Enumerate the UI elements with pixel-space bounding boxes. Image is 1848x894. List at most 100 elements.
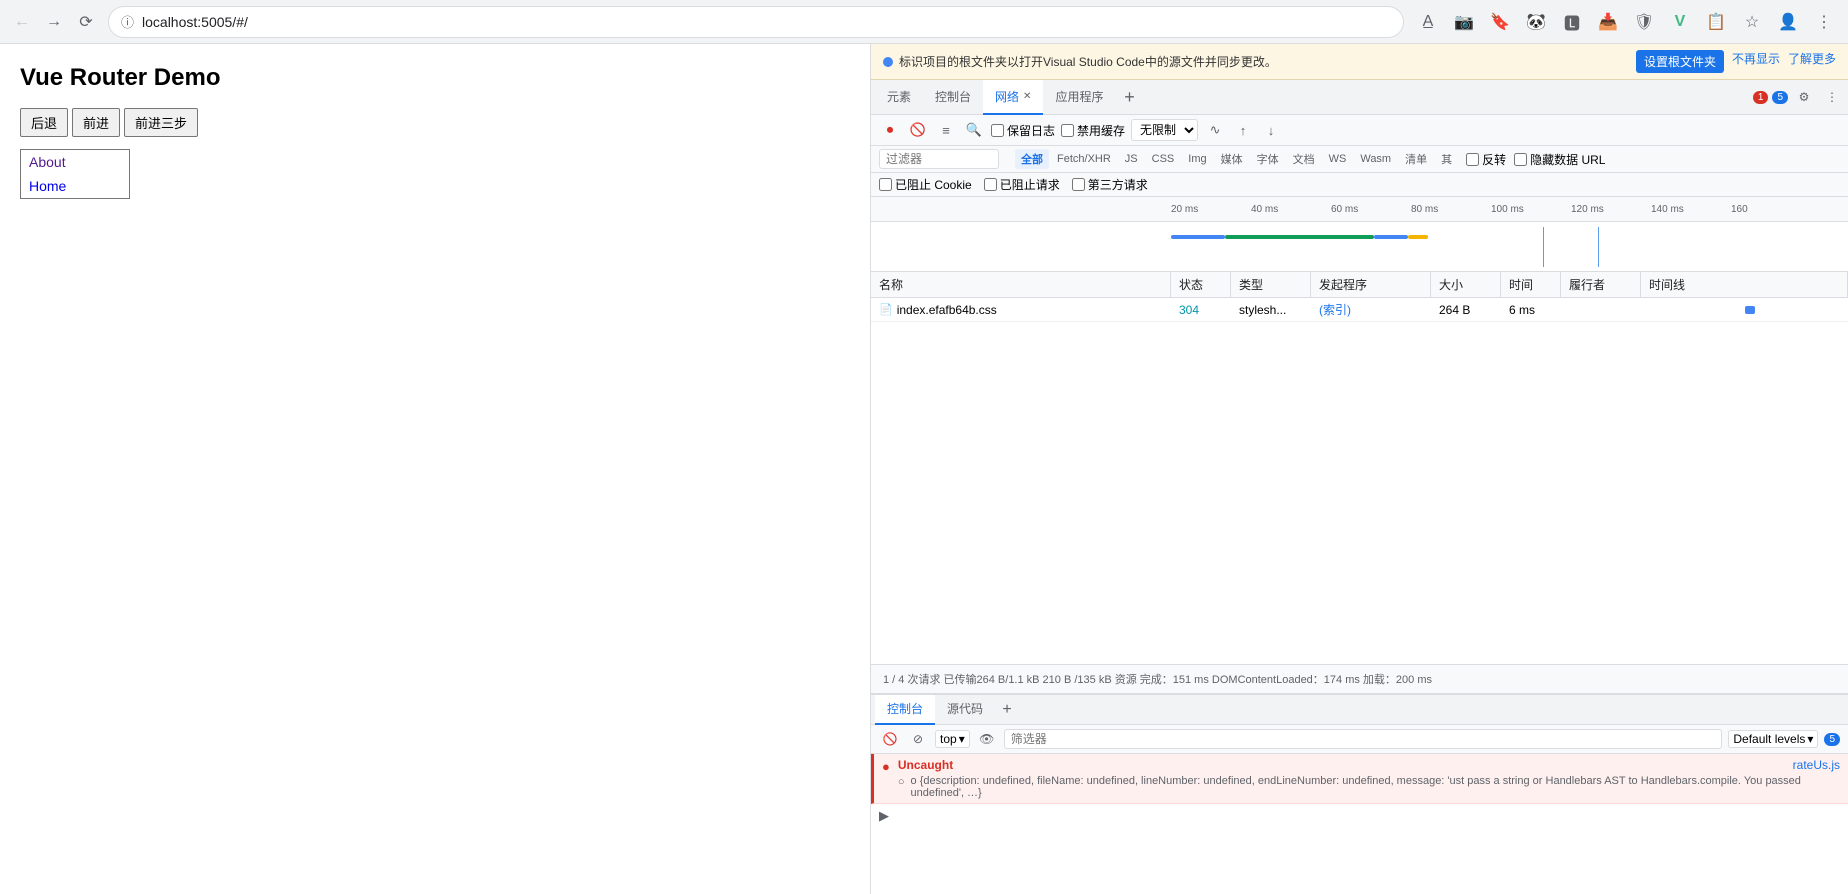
row-timeline [1641,300,1848,320]
address-bar[interactable]: ⓘ localhost:5005/#/ [108,6,1404,38]
add-console-tab-button[interactable]: + [995,698,1019,722]
vue-icon[interactable]: V [1664,6,1696,38]
disable-cache-label[interactable]: 禁用缓存 [1061,122,1125,139]
header-size[interactable]: 大小 [1431,272,1501,297]
default-levels-select[interactable]: Default levels ▾ [1728,730,1818,748]
file-icon: 📄 [879,303,893,316]
table-row[interactable]: 📄 index.efafb64b.css 304 stylesh... (索引)… [871,298,1848,322]
search-button[interactable]: 🔍 [963,119,985,141]
clear-button[interactable]: 🚫 [907,119,929,141]
forward3-page-button[interactable]: 前进三步 [124,108,198,137]
filter-font-button[interactable]: 字体 [1251,149,1285,169]
learn-more-link[interactable]: 了解更多 [1788,50,1836,73]
blocked-requests-label[interactable]: 已阻止请求 [984,176,1060,193]
devtools-ext-icon[interactable]: 📋 [1700,6,1732,38]
filter-input[interactable] [879,149,999,169]
filter-all-button[interactable]: 全部 [1015,149,1049,169]
console-tab-sources[interactable]: 源代码 [935,695,995,725]
back-page-button[interactable]: 后退 [20,108,68,137]
filter-ws-button[interactable]: WS [1323,151,1353,167]
more-options-icon[interactable]: ⋮ [1820,85,1844,109]
header-name[interactable]: 名称 [871,272,1171,297]
translate-icon[interactable]: A̲ [1412,6,1444,38]
top-context-select[interactable]: top ▾ [935,730,970,748]
filter-css-button[interactable]: CSS [1146,151,1181,167]
filter-doc-button[interactable]: 文档 [1287,149,1321,169]
menu-icon[interactable]: ⋮ [1808,6,1840,38]
bookmark-icon[interactable]: 🔖 [1484,6,1516,38]
row-name: 📄 index.efafb64b.css [871,300,1171,320]
console-expand-arrow[interactable]: ▶ [871,804,1848,828]
filter-button[interactable]: ≡ [935,119,957,141]
setup-root-button[interactable]: 设置根文件夹 [1636,50,1724,73]
screenshot-icon[interactable]: 📷 [1448,6,1480,38]
console-eye-button[interactable]: 👁 [976,728,998,750]
filter-other-button[interactable]: 其 [1435,149,1458,169]
timeline-header: 20 ms 40 ms 60 ms 80 ms 100 ms 120 ms 14… [871,197,1848,222]
tab-application[interactable]: 应用程序 [1043,80,1115,115]
blocked-cookie-label[interactable]: 已阻止 Cookie [879,176,972,193]
star-icon[interactable]: ☆ [1736,6,1768,38]
header-actor[interactable]: 履行者 [1561,272,1641,297]
throttle-select[interactable]: 无限制 [1131,119,1198,141]
console-filter-input[interactable] [1004,729,1723,749]
add-tab-button[interactable]: + [1115,83,1143,111]
tab-console[interactable]: 控制台 [923,80,983,115]
preserve-log-checkbox[interactable] [991,124,1004,137]
about-link[interactable]: About [21,150,129,174]
filter-media-button[interactable]: 媒体 [1215,149,1249,169]
disable-cache-checkbox[interactable] [1061,124,1074,137]
download-icon[interactable]: ↓ [1260,119,1282,141]
preserve-log-label[interactable]: 保留日志 [991,122,1055,139]
third-party-checkbox[interactable] [1072,178,1085,191]
console-stop-button[interactable]: ⊘ [907,728,929,750]
console-clear-button[interactable]: 🚫 [879,728,901,750]
devtools-panel: 标识项目的根文件夹以打开Visual Studio Code中的源文件并同步更改… [870,44,1848,894]
row-actor [1561,307,1641,313]
console-tab-console[interactable]: 控制台 [875,695,935,725]
filter-manifest-button[interactable]: 清单 [1399,149,1433,169]
extension-icon[interactable]: 🐼 [1520,6,1552,38]
hide-data-checkbox[interactable] [1514,153,1527,166]
dismiss-link[interactable]: 不再显示 [1732,50,1780,73]
extension2-icon[interactable]: 🅻 [1556,6,1588,38]
hide-data-label[interactable]: 隐藏数据 URL [1514,151,1605,168]
back-button[interactable]: ← [8,8,36,36]
home-link[interactable]: Home [21,174,129,198]
reload-button[interactable]: ⟳ [72,8,100,36]
upload-icon[interactable]: ↑ [1232,119,1254,141]
invert-label[interactable]: 反转 [1466,151,1506,168]
header-status[interactable]: 状态 [1171,272,1231,297]
settings-icon[interactable]: ⚙ [1792,85,1816,109]
security-icon[interactable]: 🛡 [1628,6,1660,38]
network-table-header: 名称 状态 类型 发起程序 大小 时间 履行者 时间线 [871,272,1848,298]
initiator-link[interactable]: (索引) [1319,303,1351,317]
cookie-filter-bar: 已阻止 Cookie 已阻止请求 第三方请求 [871,173,1848,197]
timeline-chart [871,222,1848,272]
error-source-link[interactable]: rateUs.js [1793,758,1840,772]
tab-network[interactable]: 网络 ✕ [983,80,1043,115]
filter-wasm-button[interactable]: Wasm [1354,151,1397,167]
third-party-label[interactable]: 第三方请求 [1072,176,1148,193]
header-timeline[interactable]: 时间线 [1641,272,1848,297]
filter-js-button[interactable]: JS [1119,151,1144,167]
wifi-icon[interactable]: ∿ [1204,119,1226,141]
info-icon: ⓘ [121,12,134,31]
forward-page-button[interactable]: 前进 [72,108,120,137]
header-type[interactable]: 类型 [1231,272,1311,297]
filter-img-button[interactable]: Img [1182,151,1212,167]
tab-elements[interactable]: 元素 [875,80,923,115]
header-time[interactable]: 时间 [1501,272,1561,297]
row-size: 264 B [1431,300,1501,320]
header-initiator[interactable]: 发起程序 [1311,272,1431,297]
main-area: Vue Router Demo 后退 前进 前进三步 About Home 标识… [0,44,1848,894]
invert-checkbox[interactable] [1466,153,1479,166]
blocked-requests-checkbox[interactable] [984,178,997,191]
record-button[interactable]: ⏺ [879,119,901,141]
timeline-ruler: 20 ms 40 ms 60 ms 80 ms 100 ms 120 ms 14… [1171,199,1848,219]
blocked-cookie-checkbox[interactable] [879,178,892,191]
download-icon[interactable]: 📥 [1592,6,1624,38]
forward-button[interactable]: → [40,8,68,36]
filter-fetchxhr-button[interactable]: Fetch/XHR [1051,151,1117,167]
profile-icon[interactable]: 👤 [1772,6,1804,38]
